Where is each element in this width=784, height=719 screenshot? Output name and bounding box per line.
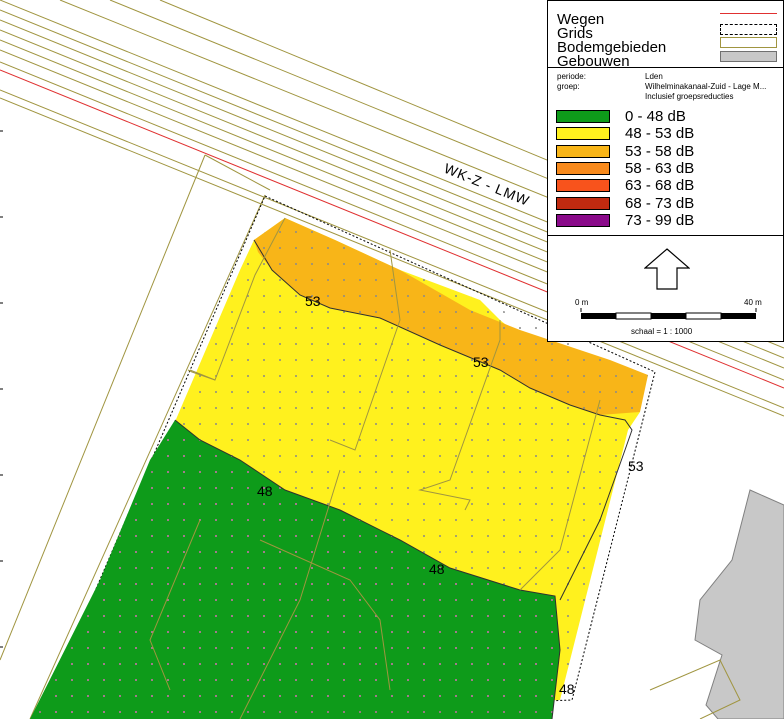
legend-class-label: 0 - 48 dB xyxy=(625,108,686,125)
info-groep-key: groep: xyxy=(557,82,580,91)
legend-class-swatch xyxy=(556,161,610,175)
info-periode-key: periode: xyxy=(557,72,586,81)
legend-class-swatch xyxy=(556,144,610,158)
legend-class-label: 73 - 99 dB xyxy=(625,211,695,229)
contour-label-53: 53 xyxy=(305,293,321,309)
scale-ratio: schaal = 1 : 1000 xyxy=(631,327,693,336)
legend-layers: Wegen Grids Bodemgebieden Gebouwen xyxy=(548,1,783,70)
legend-building-symbol xyxy=(720,51,777,62)
contour-label-53: 53 xyxy=(473,354,489,370)
scale-end: 40 m xyxy=(744,298,762,307)
legend-class-label: 58 - 63 dB xyxy=(625,159,695,177)
building xyxy=(694,489,784,719)
legend-class-swatch xyxy=(556,196,610,210)
legend-class-swatch xyxy=(556,179,610,193)
legend-class-label: 68 - 73 dB xyxy=(625,194,695,212)
legend-soil-symbol xyxy=(720,37,777,48)
legend-class-label: 53 - 58 dB xyxy=(625,142,695,160)
north-arrow-icon xyxy=(644,248,690,290)
legend-class-label: 63 - 68 dB xyxy=(625,177,695,195)
contour-label-53: 53 xyxy=(628,458,644,474)
legend-class-swatch xyxy=(556,127,610,141)
legend-class-swatch xyxy=(556,213,610,227)
legend-road-symbol xyxy=(720,13,777,15)
contour-label-48: 48 xyxy=(559,681,575,697)
legend-panel: Wegen Grids Bodemgebieden Gebouwen perio… xyxy=(547,0,784,342)
info-periode-val: Lden xyxy=(645,72,663,81)
edge-ticks xyxy=(0,130,3,648)
contour-label-48: 48 xyxy=(257,483,273,499)
contour-label-48: 48 xyxy=(429,561,445,577)
scale-start: 0 m xyxy=(575,298,589,307)
legend-layer-label: Gebouwen xyxy=(557,53,630,70)
info-groep-note: Inclusief groepsreducties xyxy=(645,92,734,101)
legend-grid-symbol xyxy=(720,24,777,35)
legend-class-label: 48 - 53 dB xyxy=(625,125,695,143)
scale-bar xyxy=(580,308,757,320)
info-groep-val: Wilhelminakanaal-Zuid - Lage M... xyxy=(645,82,767,91)
legend-class-swatch xyxy=(556,110,610,123)
